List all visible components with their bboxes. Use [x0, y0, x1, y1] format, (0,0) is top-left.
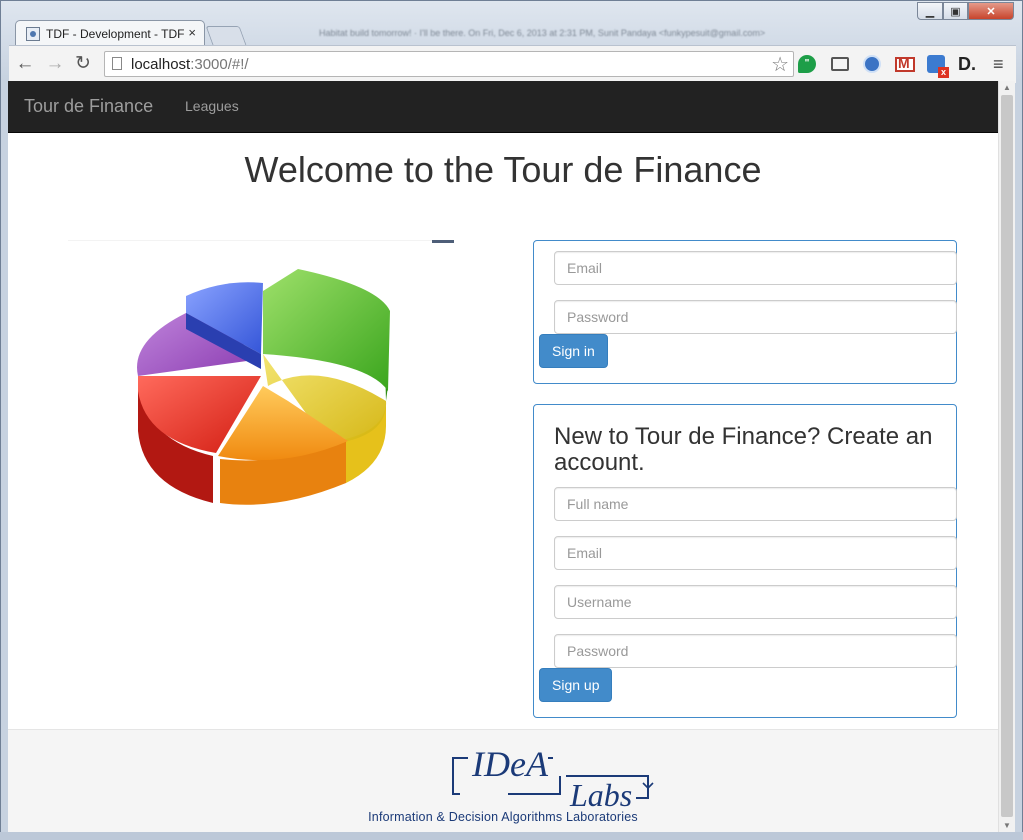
- tab-close-icon[interactable]: ×: [188, 25, 196, 40]
- new-tab-button[interactable]: [205, 26, 247, 45]
- cast-icon[interactable]: [831, 57, 849, 71]
- forward-icon[interactable]: →: [45, 54, 65, 74]
- scroll-up-icon[interactable]: ▲: [1003, 83, 1011, 92]
- reload-icon[interactable]: ↻: [73, 54, 93, 74]
- nav-link-leagues[interactable]: Leagues: [185, 98, 239, 114]
- window-bottom-edge: [0, 832, 1023, 840]
- signin-password-input[interactable]: [554, 300, 957, 334]
- chrome-menu-icon[interactable]: ≡: [993, 55, 1011, 73]
- scroll-down-icon[interactable]: ▼: [1003, 821, 1011, 830]
- browser-toolbar: ← → ↻ localhost:3000/#!/ ☆ " x D. ≡: [9, 45, 1016, 83]
- signin-email-input[interactable]: [554, 251, 957, 285]
- address-bar[interactable]: localhost:3000/#!/ ☆: [104, 51, 794, 77]
- url-path: :3000/#!/: [190, 56, 249, 73]
- hangouts-icon[interactable]: ": [798, 55, 816, 73]
- page-viewport: Tour de Finance Leagues Welcome to the T…: [8, 81, 998, 832]
- gmail-icon[interactable]: [895, 55, 915, 72]
- logo-text-labs: Labs: [569, 777, 632, 812]
- signin-panel: Sign in: [533, 240, 957, 384]
- idea-labs-logo: IDeA Labs: [452, 744, 654, 812]
- pie-chart-illustration: [137, 269, 390, 505]
- url-host: localhost: [131, 56, 191, 73]
- vertical-scrollbar[interactable]: ▲ ▼: [998, 81, 1015, 832]
- footer: IDeA Labs Information & Decision Algorit…: [8, 729, 998, 832]
- signup-username-input[interactable]: [554, 585, 957, 619]
- scrollbar-thumb[interactable]: [1001, 95, 1013, 817]
- signup-email-input[interactable]: [554, 536, 957, 570]
- page-title: Welcome to the Tour de Finance: [244, 149, 762, 190]
- pie-chart-image: [68, 240, 454, 527]
- navbar: Tour de Finance Leagues: [8, 81, 998, 133]
- sign-in-button[interactable]: Sign in: [539, 334, 608, 368]
- d-icon[interactable]: D.: [958, 55, 976, 73]
- url-text: localhost:3000/#!/: [131, 56, 249, 73]
- logo-text-idea: IDeA: [471, 744, 549, 784]
- sign-up-button[interactable]: Sign up: [539, 668, 613, 702]
- footer-caption: Information & Decision Algorithms Labora…: [368, 810, 638, 824]
- rss-badge-icon: x: [938, 67, 949, 78]
- minimize-button[interactable]: ▁: [917, 2, 943, 20]
- window-controls: ▁ ▣ ✕: [917, 2, 1014, 20]
- signup-fullname-input[interactable]: [554, 487, 957, 521]
- bookmark-star-icon[interactable]: ☆: [771, 52, 789, 77]
- tab-title: TDF - Development - TDF: [46, 27, 184, 41]
- background-tab-text: Habitat build tomorrow! · I'll be there.…: [319, 28, 766, 38]
- navbar-brand[interactable]: Tour de Finance: [24, 96, 153, 117]
- signup-panel: New to Tour de Finance? Create an accoun…: [533, 404, 957, 718]
- back-icon[interactable]: ←: [15, 54, 35, 74]
- phone-icon[interactable]: [863, 55, 881, 73]
- page-icon: [112, 57, 122, 70]
- close-window-button[interactable]: ✕: [968, 2, 1014, 20]
- green-slice: [263, 269, 390, 391]
- maximize-button[interactable]: ▣: [943, 2, 968, 20]
- favicon-icon: [26, 27, 40, 41]
- tab-active[interactable]: TDF - Development - TDF ×: [15, 20, 205, 46]
- signup-heading: New to Tour de Finance? Create an accoun…: [554, 423, 933, 476]
- image-corner-mark: [432, 240, 454, 243]
- tab-strip: Habitat build tomorrow! · I'll be there.…: [1, 1, 1022, 46]
- signup-password-input[interactable]: [554, 634, 957, 668]
